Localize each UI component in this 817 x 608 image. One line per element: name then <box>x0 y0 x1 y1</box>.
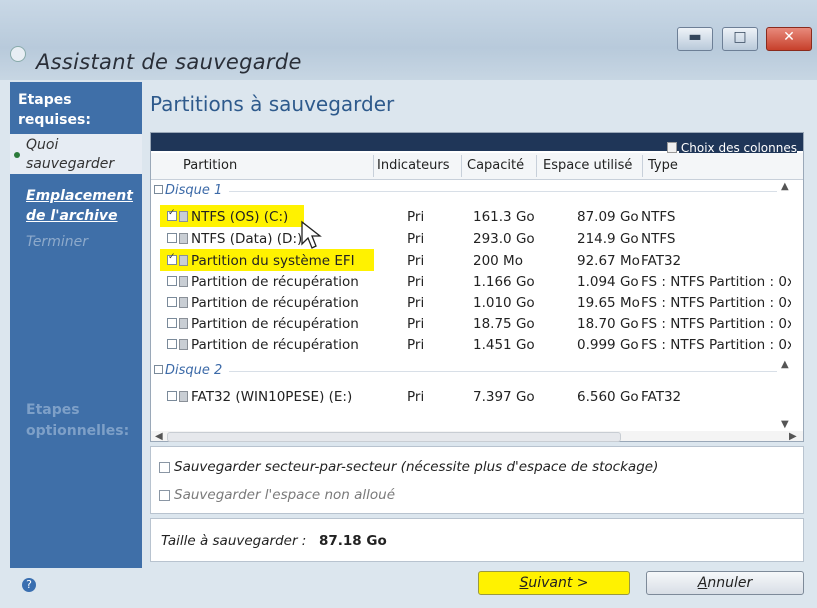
page-title: Partitions à sauvegarder <box>150 92 395 116</box>
app-icon <box>10 46 26 62</box>
table-row[interactable]: Partition de récupération Pri 18.75 Go 1… <box>151 314 803 335</box>
table-row[interactable]: Partition de récupération Pri 1.166 Go 1… <box>151 272 803 293</box>
table-header: Partition Indicateurs Capacité Espace ut… <box>151 153 803 180</box>
sector-by-sector-option[interactable]: Sauvegarder secteur-par-secteur (nécessi… <box>159 459 658 475</box>
group-collapse-icon[interactable] <box>154 365 163 374</box>
maximize-button[interactable]: □ <box>722 27 758 51</box>
horizontal-scroll-thumb[interactable] <box>167 432 621 442</box>
current-step-icon <box>14 152 20 158</box>
unallocated-checkbox <box>159 489 170 501</box>
row-checkbox[interactable] <box>167 252 177 265</box>
step-archive-location[interactable]: Emplacement de l'archive <box>26 186 133 226</box>
partition-table: Choix des colonnes Partition Indicateurs… <box>150 132 804 442</box>
disk-icon <box>179 297 188 308</box>
window-title: Assistant de sauvegarde <box>36 50 302 74</box>
table-row[interactable]: Partition de récupération Pri 1.010 Go 1… <box>151 293 803 314</box>
disk-icon <box>179 339 188 350</box>
step-what-to-backup[interactable]: Quoi sauvegarder <box>10 134 142 174</box>
title-bar: Assistant de sauvegarde ▬ □ ✕ <box>0 0 817 80</box>
col-header-flags[interactable]: Indicateurs <box>377 158 450 173</box>
scroll-right-icon[interactable]: ▶ <box>789 431 797 442</box>
mouse-cursor-icon <box>301 220 322 249</box>
disk-icon <box>179 318 188 329</box>
table-row[interactable]: NTFS (OS) (C:) Pri 161.3 Go 87.09 Go NTF… <box>151 207 803 228</box>
required-steps-heading: Etapes requises: <box>18 92 91 128</box>
disk-icon <box>179 255 188 266</box>
row-checkbox[interactable] <box>167 297 177 307</box>
table-toolbar: Choix des colonnes <box>151 133 803 155</box>
disk-icon <box>179 276 188 287</box>
row-checkbox[interactable] <box>167 318 177 328</box>
disk-icon <box>179 233 188 244</box>
scroll-up-icon[interactable]: ▲ <box>781 181 789 192</box>
row-checkbox[interactable] <box>167 339 177 349</box>
sector-by-sector-checkbox[interactable] <box>159 461 170 473</box>
minimize-button[interactable]: ▬ <box>677 27 713 51</box>
table-row[interactable]: Partition du système EFI Pri 200 Mo 92.6… <box>151 251 803 272</box>
col-header-type[interactable]: Type <box>648 158 678 173</box>
scroll-up-icon[interactable]: ▲ <box>781 359 789 370</box>
close-button[interactable]: ✕ <box>766 27 812 51</box>
backup-options: Sauvegarder secteur-par-secteur (nécessi… <box>150 446 804 514</box>
maximize-icon: □ <box>733 29 747 45</box>
row-checkbox[interactable] <box>167 276 177 286</box>
close-icon: ✕ <box>783 29 795 45</box>
group-disk-2: Disque 2 <box>165 363 223 378</box>
backup-size-value: 87.18 Go <box>319 533 387 549</box>
group-disk-1: Disque 1 <box>165 183 223 198</box>
scroll-down-icon[interactable]: ▼ <box>781 419 789 430</box>
unallocated-option: Sauvegarder l'espace non alloué <box>159 487 395 503</box>
row-checkbox[interactable] <box>167 233 177 243</box>
backup-size-box: Taille à sauvegarder : 87.18 Go <box>150 518 804 562</box>
backup-size-label: Taille à sauvegarder : <box>161 533 307 549</box>
disk-icon <box>179 211 188 222</box>
group-collapse-icon[interactable] <box>154 185 163 194</box>
table-row[interactable]: FAT32 (WIN10PESE) (E:) Pri 7.397 Go 6.56… <box>151 387 803 408</box>
minimize-icon: ▬ <box>688 29 702 45</box>
col-header-partition[interactable]: Partition <box>183 158 237 173</box>
col-header-capacity[interactable]: Capacité <box>467 158 524 173</box>
columns-icon <box>666 142 677 153</box>
table-row[interactable]: Partition de récupération Pri 1.451 Go 0… <box>151 335 803 356</box>
step-finish: Terminer <box>26 234 88 250</box>
optional-steps-heading: Etapes optionnelles: <box>26 402 130 439</box>
table-row[interactable]: NTFS (Data) (D:) Pri 293.0 Go 214.9 Go N… <box>151 229 803 250</box>
steps-sidebar: Etapes requises: Quoi sauvegarder Emplac… <box>10 82 142 568</box>
col-header-used[interactable]: Espace utilisé <box>543 158 632 173</box>
row-checkbox[interactable] <box>167 208 177 221</box>
scroll-left-icon[interactable]: ◀ <box>155 431 163 442</box>
cancel-button[interactable]: Annuler <box>646 571 804 595</box>
row-checkbox[interactable] <box>167 391 177 401</box>
help-icon[interactable]: ? <box>22 578 36 592</box>
next-button[interactable]: Suivant > <box>478 571 630 595</box>
disk-icon <box>179 391 188 402</box>
